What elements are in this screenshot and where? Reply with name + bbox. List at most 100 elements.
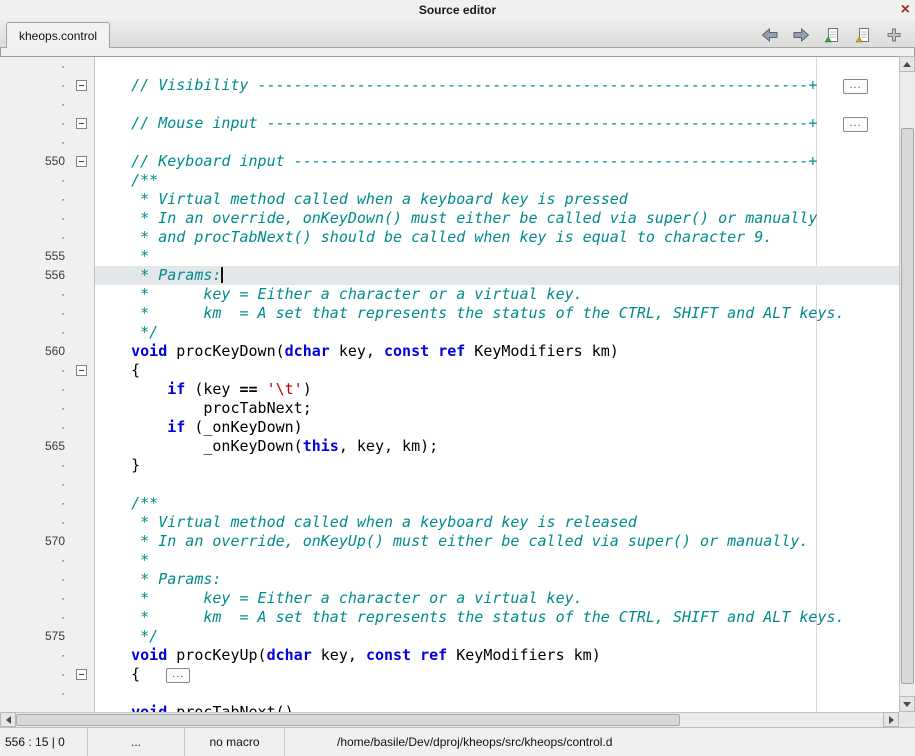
code-text[interactable]: * (95, 247, 899, 266)
code-text[interactable]: */ (95, 323, 899, 342)
code-editor[interactable]: ·· // Visibility -----------------------… (0, 56, 899, 712)
vertical-scrollbar-thumb[interactable] (901, 128, 914, 684)
code-text[interactable]: */ (95, 627, 899, 646)
code-text[interactable] (95, 133, 899, 152)
code-text[interactable]: _onKeyDown(this, key, km); (95, 437, 899, 456)
fold-toggle-icon[interactable] (76, 80, 87, 91)
code-text[interactable]: // Visibility --------------------------… (95, 76, 899, 95)
code-row[interactable]: · * km = A set that represents the statu… (0, 304, 899, 323)
code-text[interactable]: * and procTabNext() should be called whe… (95, 228, 899, 247)
fold-toggle-icon[interactable] (76, 156, 87, 167)
code-row[interactable]: · /** (0, 171, 899, 190)
collapsed-fold-indicator[interactable]: ... (166, 668, 190, 683)
scroll-right-icon[interactable] (883, 712, 899, 727)
code-text[interactable]: * (95, 551, 899, 570)
nav-back-icon[interactable] (761, 27, 779, 43)
code-row[interactable]: 570 * In an override, onKeyUp() must eit… (0, 532, 899, 551)
fold-gutter (68, 266, 95, 285)
code-row[interactable]: · void procTabNext() (0, 703, 899, 712)
code-row[interactable]: · procTabNext; (0, 399, 899, 418)
code-row[interactable]: · * key = Either a character or a virtua… (0, 285, 899, 304)
code-row[interactable]: · } (0, 456, 899, 475)
code-row-current[interactable]: 556 * Params: (0, 266, 899, 285)
code-text[interactable]: if (key == '\t') (95, 380, 899, 399)
code-row[interactable]: 555 * (0, 247, 899, 266)
code-text[interactable]: * In an override, onKeyDown() must eithe… (95, 209, 899, 228)
code-text[interactable]: // Mouse input -------------------------… (95, 114, 899, 133)
code-text[interactable] (95, 95, 899, 114)
collapsed-fold-indicator[interactable]: ... (843, 117, 867, 132)
tab-kheops-control[interactable]: kheops.control (6, 22, 110, 48)
editor-toolbar (761, 24, 903, 46)
code-text[interactable]: if (_onKeyDown) (95, 418, 899, 437)
line-number: · (0, 399, 68, 418)
code-row[interactable]: · // Mouse input -----------------------… (0, 114, 899, 133)
code-text[interactable]: procTabNext; (95, 399, 899, 418)
vertical-scrollbar[interactable] (899, 56, 915, 712)
scroll-left-icon[interactable] (0, 712, 16, 727)
code-row[interactable]: · { (0, 361, 899, 380)
code-row[interactable]: 550 // Keyboard input ------------------… (0, 152, 899, 171)
scroll-up-icon[interactable] (899, 56, 915, 72)
code-text[interactable]: } (95, 456, 899, 475)
code-text[interactable]: void procKeyUp(dchar key, const ref KeyM… (95, 646, 899, 665)
code-row[interactable]: · * Virtual method called when a keyboar… (0, 190, 899, 209)
nav-forward-icon[interactable] (792, 27, 810, 43)
code-row[interactable]: · (0, 475, 899, 494)
horizontal-scrollbar-thumb[interactable] (16, 714, 680, 726)
horizontal-scrollbar[interactable] (0, 712, 899, 727)
window-titlebar[interactable]: Source editor × (0, 0, 915, 20)
code-text[interactable] (95, 684, 899, 703)
code-text[interactable]: * In an override, onKeyUp() must either … (95, 532, 899, 551)
code-text[interactable]: /** (95, 494, 899, 513)
fold-gutter (68, 513, 95, 532)
document-edit-icon[interactable] (854, 27, 872, 43)
code-text[interactable] (95, 57, 899, 76)
document-add-icon[interactable] (823, 27, 841, 43)
code-row[interactable]: · /** (0, 494, 899, 513)
code-text[interactable]: { (95, 361, 899, 380)
code-text[interactable]: // Keyboard input ----------------------… (95, 152, 899, 171)
code-text[interactable]: {... (95, 665, 899, 684)
code-row[interactable]: 575 */ (0, 627, 899, 646)
scroll-down-icon[interactable] (899, 696, 915, 712)
code-row[interactable]: · (0, 684, 899, 703)
code-text[interactable]: * Params: (95, 570, 899, 589)
code-text[interactable]: * km = A set that represents the status … (95, 608, 899, 627)
code-row[interactable]: · * and procTabNext() should be called w… (0, 228, 899, 247)
fold-toggle-icon[interactable] (76, 365, 87, 376)
code-row[interactable]: · * key = Either a character or a virtua… (0, 589, 899, 608)
code-row[interactable]: · * (0, 551, 899, 570)
code-row[interactable]: · (0, 57, 899, 76)
fold-toggle-icon[interactable] (76, 669, 87, 680)
code-text[interactable]: void procTabNext() (95, 703, 899, 712)
code-row[interactable]: · (0, 133, 899, 152)
code-row[interactable]: · * Params: (0, 570, 899, 589)
code-row[interactable]: · void procKeyUp(dchar key, const ref Ke… (0, 646, 899, 665)
code-row[interactable]: · * Virtual method called when a keyboar… (0, 513, 899, 532)
code-row[interactable]: · if (key == '\t') (0, 380, 899, 399)
file-path-panel: /home/basile/Dev/dproj/kheops/src/kheops… (285, 728, 915, 756)
detach-icon[interactable] (885, 27, 903, 43)
code-text[interactable]: * Virtual method called when a keyboard … (95, 513, 899, 532)
code-text[interactable]: void procKeyDown(dchar key, const ref Ke… (95, 342, 899, 361)
code-row[interactable]: · (0, 95, 899, 114)
code-text[interactable]: * key = Either a character or a virtual … (95, 589, 899, 608)
code-row[interactable]: · * km = A set that represents the statu… (0, 608, 899, 627)
code-text[interactable]: * key = Either a character or a virtual … (95, 285, 899, 304)
fold-toggle-icon[interactable] (76, 118, 87, 129)
code-row[interactable]: · // Visibility ------------------------… (0, 76, 899, 95)
code-text[interactable]: * km = A set that represents the status … (95, 304, 899, 323)
code-row[interactable]: · if (_onKeyDown) (0, 418, 899, 437)
code-text[interactable]: * Params: (95, 266, 899, 285)
code-text[interactable]: * Virtual method called when a keyboard … (95, 190, 899, 209)
code-text[interactable]: /** (95, 171, 899, 190)
collapsed-fold-indicator[interactable]: ... (843, 79, 867, 94)
code-row[interactable]: 565 _onKeyDown(this, key, km); (0, 437, 899, 456)
code-row[interactable]: · * In an override, onKeyDown() must eit… (0, 209, 899, 228)
code-row[interactable]: 560 void procKeyDown(dchar key, const re… (0, 342, 899, 361)
close-icon[interactable]: × (901, 0, 910, 20)
code-text[interactable] (95, 475, 899, 494)
code-row[interactable]: · */ (0, 323, 899, 342)
code-row[interactable]: · {... (0, 665, 899, 684)
